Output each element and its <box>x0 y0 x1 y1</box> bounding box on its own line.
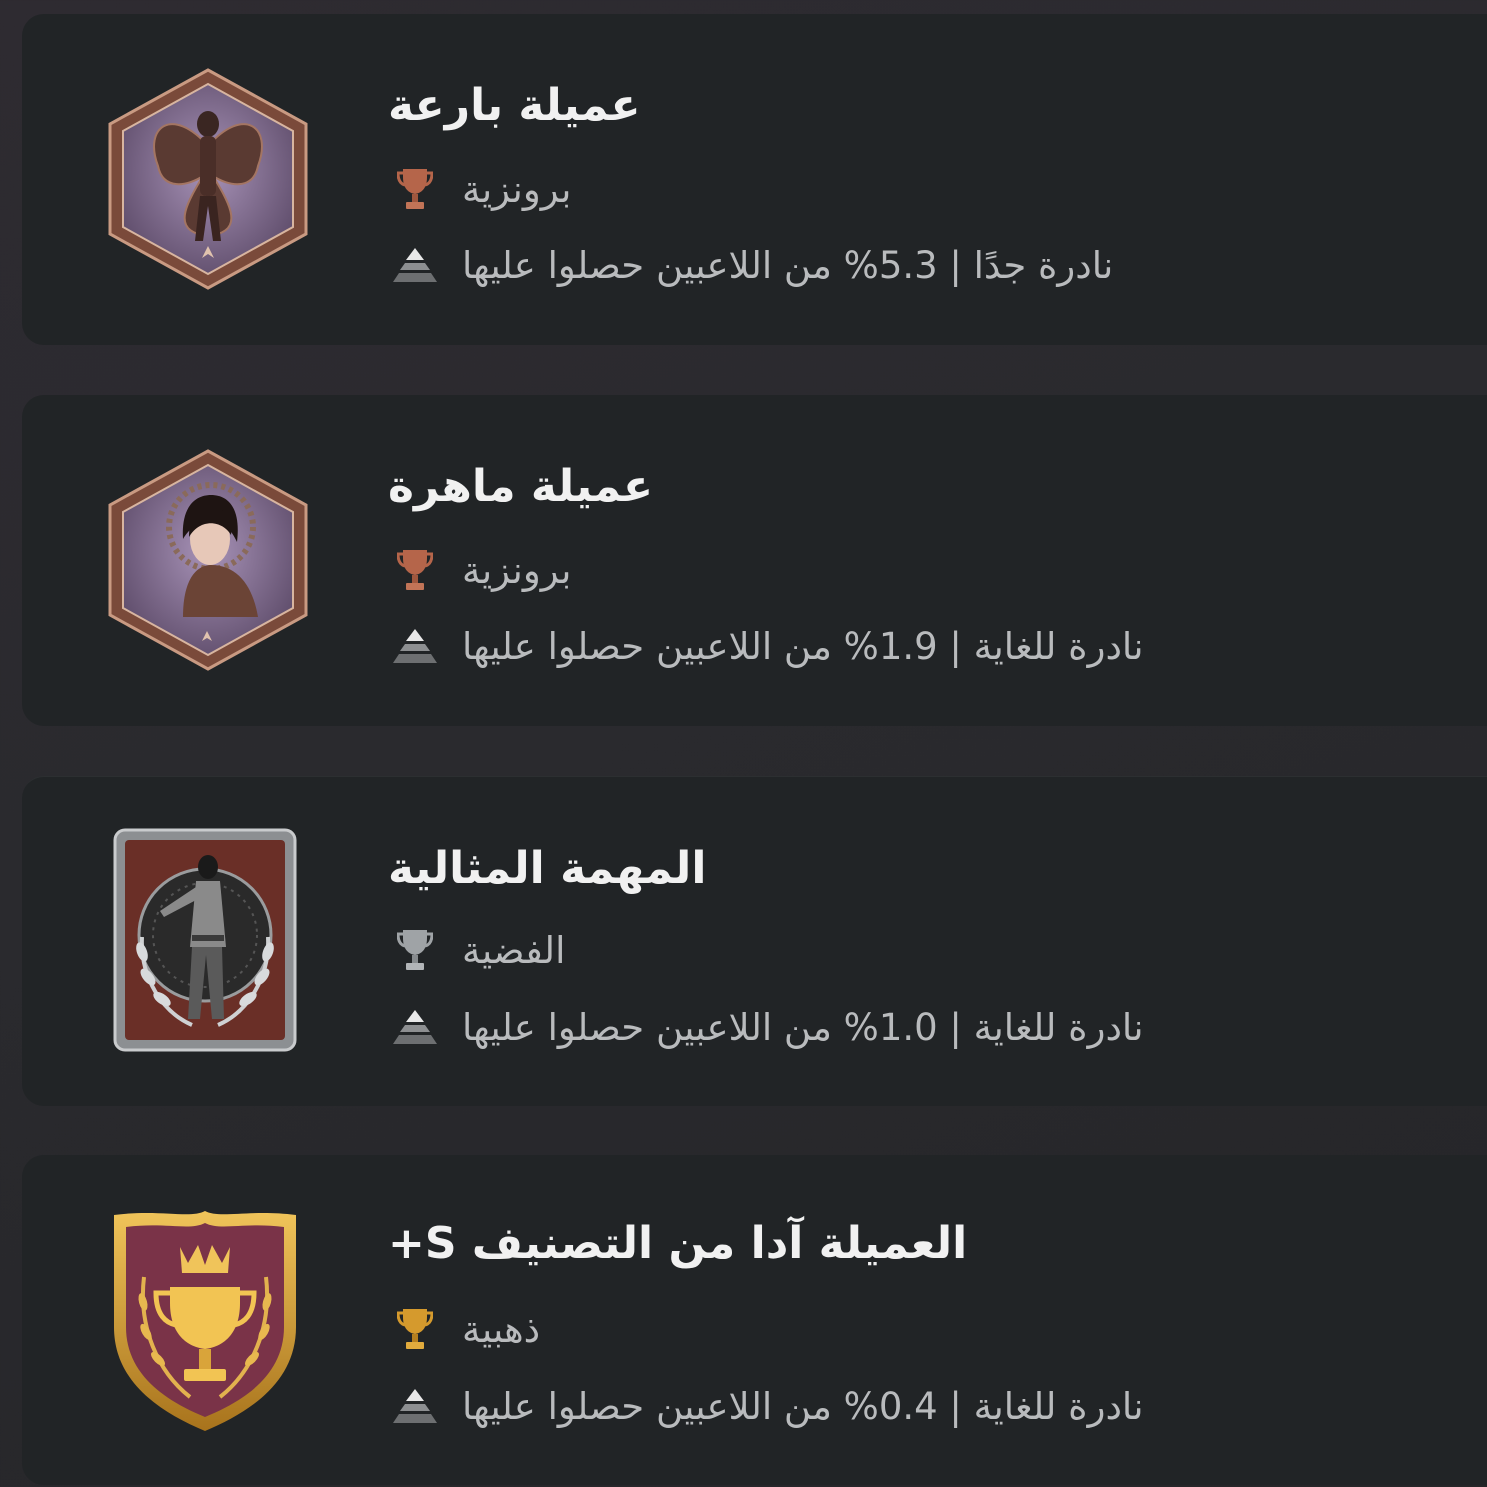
rarity-pyramid-icon <box>390 1004 440 1050</box>
trophy-grade-label: برونزية <box>462 167 572 211</box>
gold-cup-shield-badge-icon <box>110 1207 300 1435</box>
trophy-rarity-row: نادرة للغاية | 1.9% من اللاعبين حصلوا عل… <box>390 623 1144 669</box>
trophy-grade-row: ذهبية <box>390 1306 540 1352</box>
trophy-rarity-row: نادرة جدًا | 5.3% من اللاعبين حصلوا عليه… <box>390 242 1113 288</box>
rarity-pyramid-icon <box>390 1383 440 1429</box>
trophy-card[interactable]: عميلة ماهرة برونزية نادرة للغاية | 1.9% … <box>22 395 1487 726</box>
trophy-card[interactable]: عميلة بارعة برونزية نادرة جدًا | 5.3% من… <box>22 14 1487 345</box>
trophy-grade-label: الفضية <box>462 928 566 972</box>
trophy-title: عميلة ماهرة <box>388 461 654 512</box>
trophy-rarity-row: نادرة للغاية | 0.4% من اللاعبين حصلوا عل… <box>390 1383 1144 1429</box>
trophy-grade-row: برونزية <box>390 547 571 593</box>
bronze-trophy-icon <box>390 547 440 593</box>
ada-portrait-badge-icon <box>103 447 313 673</box>
trophy-rarity-text: نادرة للغاية | 0.4% من اللاعبين حصلوا عل… <box>462 1384 1144 1428</box>
trophy-rarity-row: نادرة للغاية | 1.0% من اللاعبين حصلوا عل… <box>390 1004 1144 1050</box>
trophy-grade-row: برونزية <box>390 166 571 212</box>
trophy-grade-label: برونزية <box>462 548 572 592</box>
silver-trophy-icon <box>390 927 440 973</box>
trophy-grade-row: الفضية <box>390 927 565 973</box>
trophy-rarity-text: نادرة جدًا | 5.3% من اللاعبين حصلوا عليه… <box>462 243 1114 287</box>
rarity-pyramid-icon <box>390 242 440 288</box>
trophy-title: العميلة آدا من التصنيف S+ <box>388 1218 968 1269</box>
trophy-card[interactable]: المهمة المثالية الفضية نادرة للغاية | 1.… <box>22 776 1487 1106</box>
gold-trophy-icon <box>390 1306 440 1352</box>
trophy-rarity-text: نادرة للغاية | 1.0% من اللاعبين حصلوا عل… <box>462 1005 1144 1049</box>
trophy-title: المهمة المثالية <box>388 843 707 894</box>
ada-butterfly-badge-icon <box>103 66 313 292</box>
trophy-rarity-text: نادرة للغاية | 1.9% من اللاعبين حصلوا عل… <box>462 624 1144 668</box>
trophy-card[interactable]: العميلة آدا من التصنيف S+ ذهبية نادرة لل… <box>22 1155 1487 1485</box>
trophy-grade-label: ذهبية <box>462 1307 541 1351</box>
rarity-pyramid-icon <box>390 623 440 669</box>
trophy-title: عميلة بارعة <box>388 80 641 131</box>
ada-laurel-badge-icon <box>112 827 298 1053</box>
bronze-trophy-icon <box>390 166 440 212</box>
